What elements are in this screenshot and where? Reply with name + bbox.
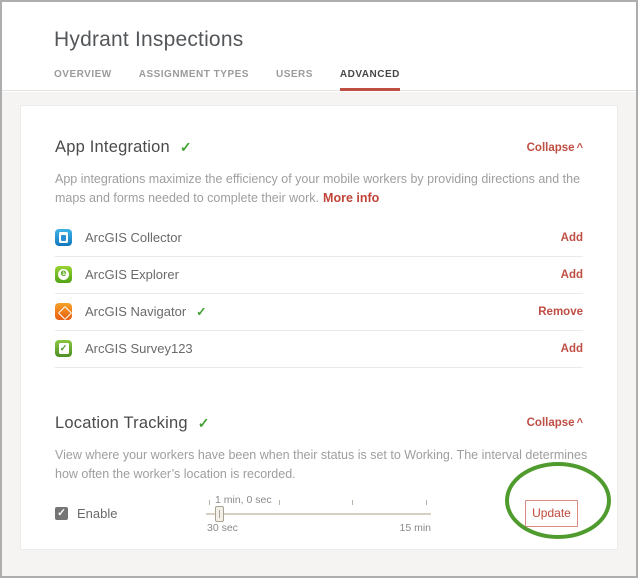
tab-bar: OVERVIEW ASSIGNMENT TYPES USERS ADVANCED (54, 69, 400, 91)
app-name: ArcGIS Explorer (85, 267, 179, 282)
slider-tick (352, 500, 353, 505)
settings-card: App Integration ✓ Collapse^ App integrat… (20, 105, 618, 550)
slider-max-label: 15 min (399, 522, 431, 534)
collapse-link[interactable]: Collapse^ (527, 417, 583, 429)
location-tracking-description: View where your workers have been when t… (55, 446, 603, 485)
slider-track[interactable] (206, 513, 431, 515)
tracking-controls-row: ✓ Enable 1 min, 0 sec 30 sec 15 min (55, 493, 583, 555)
chevron-up-icon: ^ (577, 142, 583, 154)
slider-min-label: 30 sec (207, 522, 238, 534)
app-integration-section: App Integration ✓ Collapse^ App integrat… (55, 138, 583, 368)
navigator-icon (55, 303, 72, 320)
app-row: ArcGIS Explorer ✓ Add (55, 257, 583, 294)
collector-icon (55, 229, 72, 246)
enable-checkbox[interactable]: ✓ (55, 507, 68, 520)
enable-label: Enable (77, 506, 117, 521)
app-enabled-check-icon: ✓ (196, 304, 206, 319)
app-name: ArcGIS Survey123 (85, 341, 193, 356)
update-button[interactable]: Update (525, 500, 578, 527)
app-list: ArcGIS Collector ✓ Add ArcGIS Explorer ✓… (55, 220, 583, 368)
tab[interactable]: USERS (276, 69, 313, 91)
location-tracking-title: Location Tracking (55, 414, 188, 433)
app-row: ArcGIS Navigator ✓ Remove (55, 294, 583, 331)
app-name: ArcGIS Navigator (85, 304, 186, 319)
collapse-link[interactable]: Collapse^ (527, 142, 583, 154)
slider-handle[interactable] (215, 506, 224, 522)
explorer-icon (55, 266, 72, 283)
app-action-link[interactable]: Remove (538, 306, 583, 318)
slider-tick (279, 500, 280, 505)
slider-tick (209, 500, 210, 505)
page-title: Hydrant Inspections (54, 28, 243, 52)
section-complete-check-icon: ✓ (198, 415, 210, 432)
workforce-configure-page: Hydrant Inspections OVERVIEW ASSIGNMENT … (0, 0, 638, 578)
chevron-up-icon: ^ (577, 417, 583, 429)
location-tracking-section: Location Tracking ✓ Collapse^ View where… (55, 414, 583, 555)
slider-value-label: 1 min, 0 sec (215, 494, 272, 506)
checkmark-icon: ✓ (56, 507, 67, 519)
content-background: App Integration ✓ Collapse^ App integrat… (2, 92, 636, 576)
app-row: ArcGIS Survey123 ✓ Add (55, 331, 583, 368)
tab[interactable]: OVERVIEW (54, 69, 112, 91)
more-info-link[interactable]: More info (323, 191, 379, 205)
survey123-icon (55, 340, 72, 357)
slider-tick (426, 500, 427, 505)
project-header: Hydrant Inspections OVERVIEW ASSIGNMENT … (2, 2, 636, 91)
app-integration-title: App Integration (55, 138, 170, 157)
app-row: ArcGIS Collector ✓ Add (55, 220, 583, 257)
tab[interactable]: ADVANCED (340, 69, 400, 91)
app-action-link[interactable]: Add (561, 232, 583, 244)
app-action-link[interactable]: Add (561, 269, 583, 281)
section-complete-check-icon: ✓ (180, 139, 192, 156)
app-name: ArcGIS Collector (85, 230, 182, 245)
app-action-link[interactable]: Add (561, 343, 583, 355)
app-integration-description: App integrations maximize the efficiency… (55, 170, 603, 209)
interval-slider[interactable]: 1 min, 0 sec 30 sec 15 min (206, 493, 431, 543)
enable-checkbox-group[interactable]: ✓ Enable (55, 506, 117, 521)
tab[interactable]: ASSIGNMENT TYPES (139, 69, 249, 91)
